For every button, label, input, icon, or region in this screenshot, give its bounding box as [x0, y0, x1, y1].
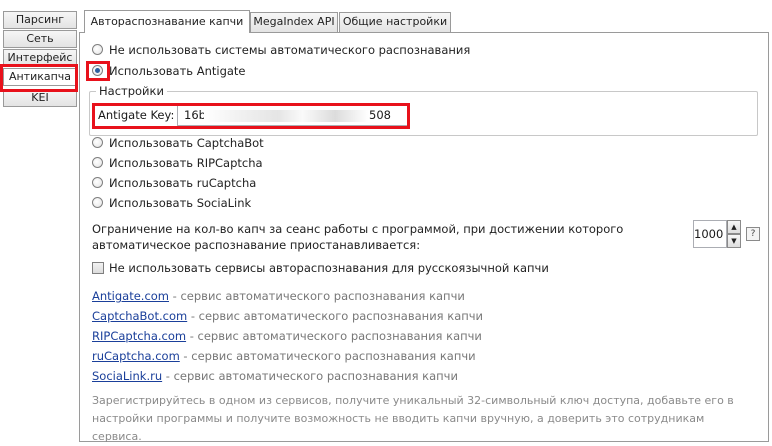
radio-ripcaptcha-label: Использовать RIPCaptcha — [109, 156, 263, 170]
radio-captchabot-label: Использовать CaptchaBot — [109, 136, 264, 150]
radio-none-button[interactable] — [92, 44, 103, 55]
tab-auto-recognition[interactable]: Автораспознавание капчи — [84, 10, 250, 33]
highlight-antigate-radio — [86, 61, 110, 81]
tab-label: Общие настройки — [342, 15, 448, 28]
spin-up-button[interactable]: ▲ — [727, 220, 741, 234]
link-description: - сервис автоматического распознавания к… — [179, 349, 476, 363]
link-description: - сервис автоматического распознавания к… — [162, 369, 458, 383]
ripcaptcha-link[interactable]: RIPCaptcha.com — [92, 329, 186, 343]
service-link-row: Antigate.com - сервис автоматического ра… — [92, 288, 465, 304]
service-link-row: CaptchaBot.com - сервис автоматического … — [92, 308, 483, 324]
arrow-down-icon: ▼ — [731, 237, 737, 245]
sidebar-item-label: Сеть — [26, 32, 54, 45]
radio-antigate-label: Использовать Antigate — [109, 64, 246, 78]
tab-label: MegaIndex API — [253, 15, 335, 28]
radio-captchabot-button[interactable] — [92, 137, 103, 148]
arrow-up-icon: ▲ — [731, 223, 737, 231]
captchabot-link[interactable]: CaptchaBot.com — [92, 309, 187, 323]
spin-down-button[interactable]: ▼ — [727, 234, 741, 248]
sidebar-item-parsing[interactable]: Парсинг — [3, 11, 77, 29]
sidebar-item-network[interactable]: Сеть — [3, 30, 77, 48]
sidebar-item-label: Интерфейс — [7, 51, 73, 64]
highlight-antigate-key — [92, 103, 410, 129]
service-link-row: SociaLink.ru - сервис автоматического ра… — [92, 368, 458, 384]
link-description: - сервис автоматического распознавания к… — [169, 289, 465, 303]
captcha-limit-input[interactable]: 1000 — [693, 220, 727, 248]
tab-megaindex-api[interactable]: MegaIndex API — [250, 12, 338, 32]
radio-rucaptcha-label: Использовать ruCaptcha — [109, 176, 257, 190]
sociallink-link[interactable]: SociaLink.ru — [92, 369, 162, 383]
captcha-limit-description: Ограничение на кол-во капч за сеанс рабо… — [92, 222, 624, 252]
checkbox-russian-captcha-label: Не использовать сервисы автораспознавани… — [109, 261, 549, 275]
service-link-row: ruCaptcha.com - сервис автоматического р… — [92, 348, 476, 364]
highlight-anticaptcha-tab — [0, 64, 78, 92]
link-description: - сервис автоматического распознавания к… — [187, 309, 484, 323]
tab-general-settings[interactable]: Общие настройки — [339, 12, 451, 32]
radio-sociallink-button[interactable] — [92, 197, 103, 208]
tab-label: Автораспознавание капчи — [90, 15, 244, 28]
settings-group-title: Настройки — [96, 84, 167, 98]
help-button[interactable]: ? — [746, 227, 760, 241]
radio-sociallink-label: Использовать SociaLink — [109, 196, 252, 210]
registration-note: Зарегистрируйтесь в одном из сервисов, п… — [92, 394, 734, 443]
radio-rucaptcha-button[interactable] — [92, 177, 103, 188]
service-link-row: RIPCaptcha.com - сервис автоматического … — [92, 328, 482, 344]
rucaptcha-link[interactable]: ruCaptcha.com — [92, 349, 180, 363]
radio-none-label: Не использовать системы автоматического … — [109, 43, 471, 57]
antigate-link[interactable]: Antigate.com — [92, 289, 169, 303]
sidebar-item-label: KEI — [31, 91, 49, 104]
sidebar-item-label: Парсинг — [15, 13, 65, 26]
radio-ripcaptcha-button[interactable] — [92, 157, 103, 168]
link-description: - сервис автоматического распознавания к… — [186, 329, 482, 343]
checkbox-russian-captcha-box[interactable] — [92, 262, 104, 274]
